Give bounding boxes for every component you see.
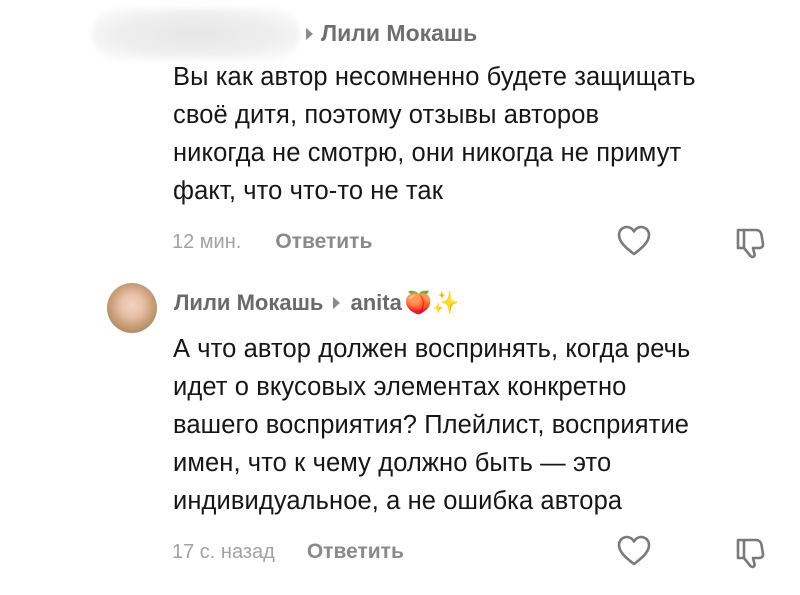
comment2-author[interactable]: Лили Мокашь (174, 290, 323, 316)
caret-right-icon (333, 297, 341, 309)
comment2-line: индивидуальное, а не ошибка автора (173, 487, 623, 515)
comment1-line: своё дитя, поэтому отзывы авторов (173, 101, 600, 129)
comment1-line: факт, что что-то не так (173, 177, 443, 205)
dislike-icon[interactable] (732, 534, 768, 570)
comment2-reply-to[interactable]: anita 🍑✨ (350, 290, 459, 316)
heart-icon[interactable] (616, 533, 652, 569)
heart-icon[interactable] (616, 223, 652, 259)
comment2-line: идет о вкусовых элементах конкретно (173, 373, 627, 401)
comment2-line: имен, что к чему должно быть — это (173, 449, 612, 477)
comments-page: Лили Мокашь Вы как автор несомненно буде… (0, 0, 800, 595)
comment1-reply-button[interactable]: Ответить (275, 230, 372, 254)
comment1-reply-to[interactable]: Лили Мокашь (321, 20, 477, 47)
comment1-meta: 12 мин. Ответить (172, 230, 372, 254)
comment2-text: А что автор должен воспринять, когда реч… (173, 330, 783, 520)
comment1-timestamp: 12 мин. (172, 231, 242, 253)
comment2-meta: 17 с. назад Ответить (172, 540, 404, 564)
comment2-line: А что автор должен воспринять, когда реч… (173, 335, 691, 363)
comment2-reply-to-name: anita (350, 290, 402, 315)
comment1-line: никогда не смотрю, они никогда не примут (173, 139, 682, 167)
avatar[interactable] (107, 283, 157, 333)
comment2-timestamp: 17 с. назад (172, 541, 275, 563)
comment2-reply-button[interactable]: Ответить (307, 540, 404, 564)
comment1-line: Вы как автор несомненно будете защищать (173, 63, 696, 91)
comment1-text: Вы как автор несомненно будете защищать … (173, 58, 783, 210)
caret-right-icon (306, 27, 313, 40)
redacted-author-avatar-and-name (92, 8, 300, 60)
comment2-line: вашего восприятия? Плейлист, восприятие (173, 411, 690, 439)
comment2-reply-to-emoji: 🍑✨ (404, 290, 460, 315)
comment2-header: Лили Мокашь anita 🍑✨ (174, 290, 460, 316)
dislike-icon[interactable] (732, 224, 768, 260)
comment1-reply-header: Лили Мокашь (306, 20, 477, 47)
